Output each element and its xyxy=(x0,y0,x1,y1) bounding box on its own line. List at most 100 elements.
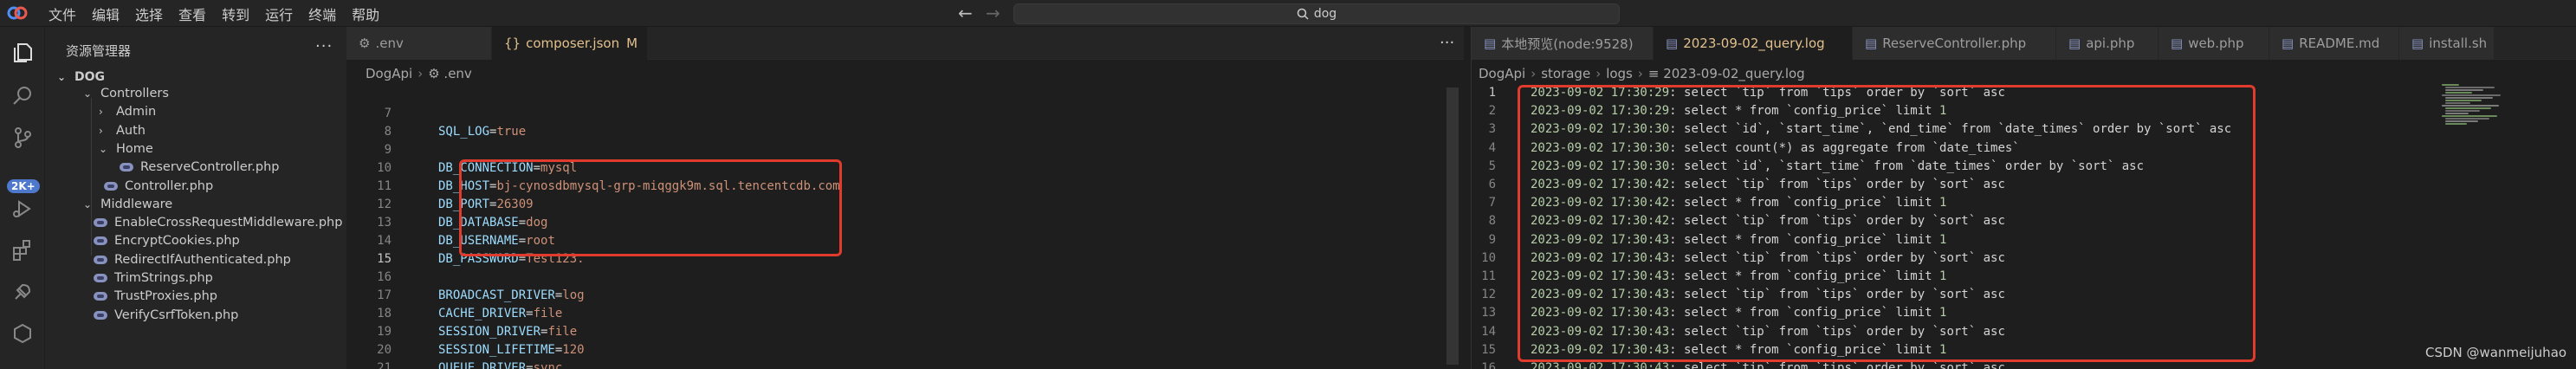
title-bar: 文件 编辑 选择 查看 转到 运行 终端 帮助 ← → dog xyxy=(0,0,2576,27)
minimap-line xyxy=(2445,107,2491,109)
line-number: 4 xyxy=(1488,140,1496,155)
env-value: file xyxy=(547,325,578,339)
back-arrow-icon[interactable]: ← xyxy=(958,3,973,23)
editor-tab[interactable]: ▤ ReserveController.php xyxy=(1853,27,2056,60)
code-line: SQL_LOG=true xyxy=(438,125,526,139)
line-number: 20 xyxy=(377,343,392,357)
env-value: 120 xyxy=(562,343,585,357)
tree-item-label: Controllers xyxy=(100,87,169,100)
vscode-window: { "menu": ["文件","编辑","选择","查看","转到","运行"… xyxy=(0,0,2576,369)
tree-item[interactable]: ⌄ Home xyxy=(99,140,153,158)
line-number: 18 xyxy=(377,307,392,320)
editor-tab[interactable]: ▤ 本地预览(node:9528) xyxy=(1472,27,1654,60)
minimap-line xyxy=(2445,92,2472,94)
highlight-box-db-config xyxy=(459,159,842,256)
workspace-root-label: DOG xyxy=(74,70,106,84)
line-number: 16 xyxy=(1481,361,1496,369)
breadcrumb-item[interactable]: .env xyxy=(443,66,471,81)
watermark-text: CSDN @wanmeijuhao xyxy=(2425,345,2567,360)
code-line: SESSION_DRIVER=file xyxy=(438,325,577,339)
log-file-icon: ≡ xyxy=(1647,66,1664,81)
activity-bar: 2K+ xyxy=(0,27,45,369)
menu-item[interactable]: 转到 xyxy=(222,3,249,24)
breadcrumb-item[interactable]: logs xyxy=(1606,66,1633,81)
env-value: sync xyxy=(533,361,563,369)
tree-item[interactable]: Controller.php xyxy=(104,178,213,195)
tree-item[interactable]: TrustProxies.php xyxy=(94,288,217,305)
search-sidebar-icon[interactable] xyxy=(10,84,35,108)
account-icon[interactable] xyxy=(10,321,35,346)
tree-item[interactable]: TrimStrings.php xyxy=(94,269,213,287)
menu-item[interactable]: 终端 xyxy=(308,3,336,24)
menu-item[interactable]: 帮助 xyxy=(352,3,379,24)
editor-tab[interactable]: ▤ api.php xyxy=(2056,27,2159,60)
equals-sign: = xyxy=(526,361,534,369)
tree-item[interactable]: › Auth xyxy=(99,122,146,139)
minimap-line xyxy=(2445,87,2495,88)
tree-item-label: Middleware xyxy=(100,197,173,211)
chevron-down-icon: ⌄ xyxy=(83,197,93,210)
run-debug-icon[interactable] xyxy=(10,197,35,221)
menu-item[interactable]: 编辑 xyxy=(92,3,120,24)
menu-item[interactable]: 查看 xyxy=(178,3,206,24)
editor-tab[interactable]: ▤ install.sh xyxy=(2399,27,2495,60)
explorer-icon[interactable] xyxy=(10,41,35,65)
file-icon: ▤ xyxy=(2068,36,2081,51)
breadcrumb-item[interactable]: storage xyxy=(1541,66,1590,81)
extensions-icon[interactable] xyxy=(10,238,35,262)
tab-label: 2023-09-02_query.log xyxy=(1683,36,1825,51)
editor-tab[interactable]: ⚙ .env xyxy=(346,27,492,60)
tree-item[interactable]: EncryptCookies.php xyxy=(94,232,240,249)
minimap-line xyxy=(2445,123,2467,125)
more-actions-icon[interactable]: ··· xyxy=(315,37,333,55)
minimap-line xyxy=(2445,113,2469,114)
app-logo-icon xyxy=(7,6,28,20)
highlight-box-query-log xyxy=(1518,85,2256,362)
tree-item[interactable]: EnableCrossRequestMiddleware.php xyxy=(94,214,342,231)
command-center-search[interactable]: dog xyxy=(1013,3,1620,24)
line-number: 13 xyxy=(377,216,392,230)
breadcrumb-separator: › xyxy=(1531,66,1537,81)
minimap-line xyxy=(2445,110,2480,112)
log-separator: : xyxy=(1669,361,1685,369)
minimap-line xyxy=(2442,105,2499,107)
tree-item[interactable]: ReserveController.php xyxy=(120,159,279,176)
minimap-line xyxy=(2445,118,2489,120)
line-number: 7 xyxy=(384,107,392,120)
tree-item[interactable]: RedirectIfAuthenticated.php xyxy=(94,251,291,269)
breadcrumb-item[interactable]: DogApi xyxy=(1479,66,1525,81)
tree-item[interactable]: ⌄ Middleware xyxy=(83,196,172,213)
remote-explorer-icon[interactable] xyxy=(10,280,35,304)
editor-tab[interactable]: {} composer.json M xyxy=(492,27,648,60)
search-text: dog xyxy=(1313,7,1337,21)
line-number: 14 xyxy=(1481,324,1496,339)
editor-tabs-right: ▤ 本地预览(node:9528) ▤ 2023-09-02_query.log ▤… xyxy=(1472,27,2576,60)
line-number: 8 xyxy=(384,125,392,139)
line-number: 14 xyxy=(377,234,392,248)
menu-item[interactable]: 运行 xyxy=(265,3,293,24)
line-number: 10 xyxy=(1481,250,1496,265)
explorer-sidebar: 资源管理器 ··· ⌄ DOG ⌄ Controllers › Admin › Auth ⌄ H… xyxy=(45,27,346,369)
tab-label: README.md xyxy=(2299,36,2380,51)
menu-item[interactable]: 选择 xyxy=(135,3,163,24)
line-number: 10 xyxy=(377,161,392,175)
more-actions-icon[interactable]: ··· xyxy=(1440,34,1454,52)
editor-tab[interactable]: ▤ 2023-09-02_query.log xyxy=(1654,27,1853,60)
breadcrumb-item[interactable]: 2023-09-02_query.log xyxy=(1663,66,1804,81)
tree-item[interactable]: ⌄ Controllers xyxy=(83,85,169,102)
chevron-right-icon: › xyxy=(99,106,103,119)
tree-item-label: TrustProxies.php xyxy=(114,289,217,304)
line-number: 1 xyxy=(1488,86,1496,100)
menu-item[interactable]: 文件 xyxy=(49,3,76,24)
php-file-icon xyxy=(94,292,107,301)
breadcrumb-item[interactable]: DogApi xyxy=(366,66,412,81)
source-control-icon[interactable] xyxy=(10,126,35,150)
editor-tab[interactable]: ▤ web.php xyxy=(2159,27,2269,60)
workspace-root[interactable]: ⌄ DOG xyxy=(57,70,105,84)
log-sql: select `tip` from `tips` order by `sort`… xyxy=(1684,361,2005,369)
tree-item[interactable]: › Admin xyxy=(99,103,156,120)
file-icon: ▤ xyxy=(1666,36,1679,51)
editor-tab[interactable]: ▤ README.md xyxy=(2269,27,2399,60)
tree-item[interactable]: VerifyCsrfToken.php xyxy=(94,307,238,324)
forward-arrow-icon[interactable]: → xyxy=(986,3,1000,23)
